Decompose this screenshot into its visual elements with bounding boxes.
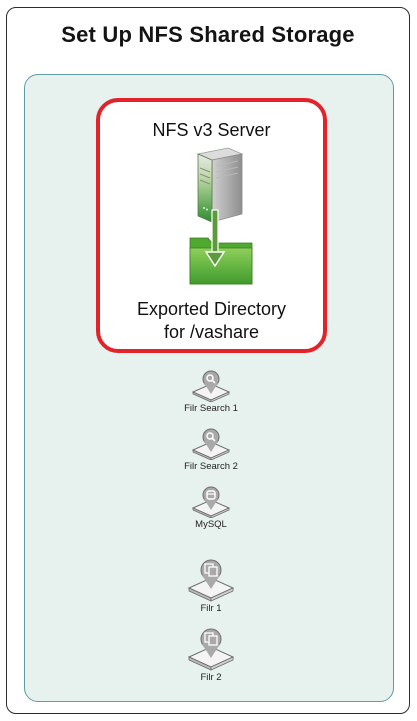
appliance-label: Filr 2 — [200, 672, 222, 683]
appliance-filr-search-2: Filr Search 2 — [151, 428, 271, 472]
search-appliance-icon — [191, 428, 231, 460]
search-appliance-icon — [191, 370, 231, 402]
appliance-filr-1: Filr 1 — [151, 558, 271, 614]
nfs-server-box: NFS v3 Server Exported Directory for /va… — [96, 98, 327, 353]
exported-directory-line1: Exported Directory — [136, 299, 287, 319]
diagram-title: Set Up NFS Shared Storage — [61, 22, 355, 47]
nfs-server-label: NFS v3 Server — [152, 120, 271, 140]
folder-icon — [189, 237, 253, 285]
exported-directory-label: Exported Directory for /vashare — [100, 298, 323, 344]
database-appliance-icon — [191, 486, 231, 518]
appliance-filr-search-1: Filr Search 1 — [151, 370, 271, 414]
filr-appliance-icon — [187, 559, 235, 602]
appliance-filr-2: Filr 2 — [151, 627, 271, 683]
filr-appliance-icon — [187, 628, 235, 671]
nfs-server-graphic — [189, 147, 253, 285]
exported-directory-line2: for /vashare — [163, 322, 260, 342]
appliance-label: MySQL — [195, 519, 227, 530]
server-tower-icon — [196, 147, 244, 223]
appliance-label: Filr Search 2 — [184, 461, 238, 472]
appliance-label: Filr 1 — [200, 603, 222, 614]
appliance-label: Filr Search 1 — [184, 403, 238, 414]
appliance-mysql: MySQL — [151, 486, 271, 530]
